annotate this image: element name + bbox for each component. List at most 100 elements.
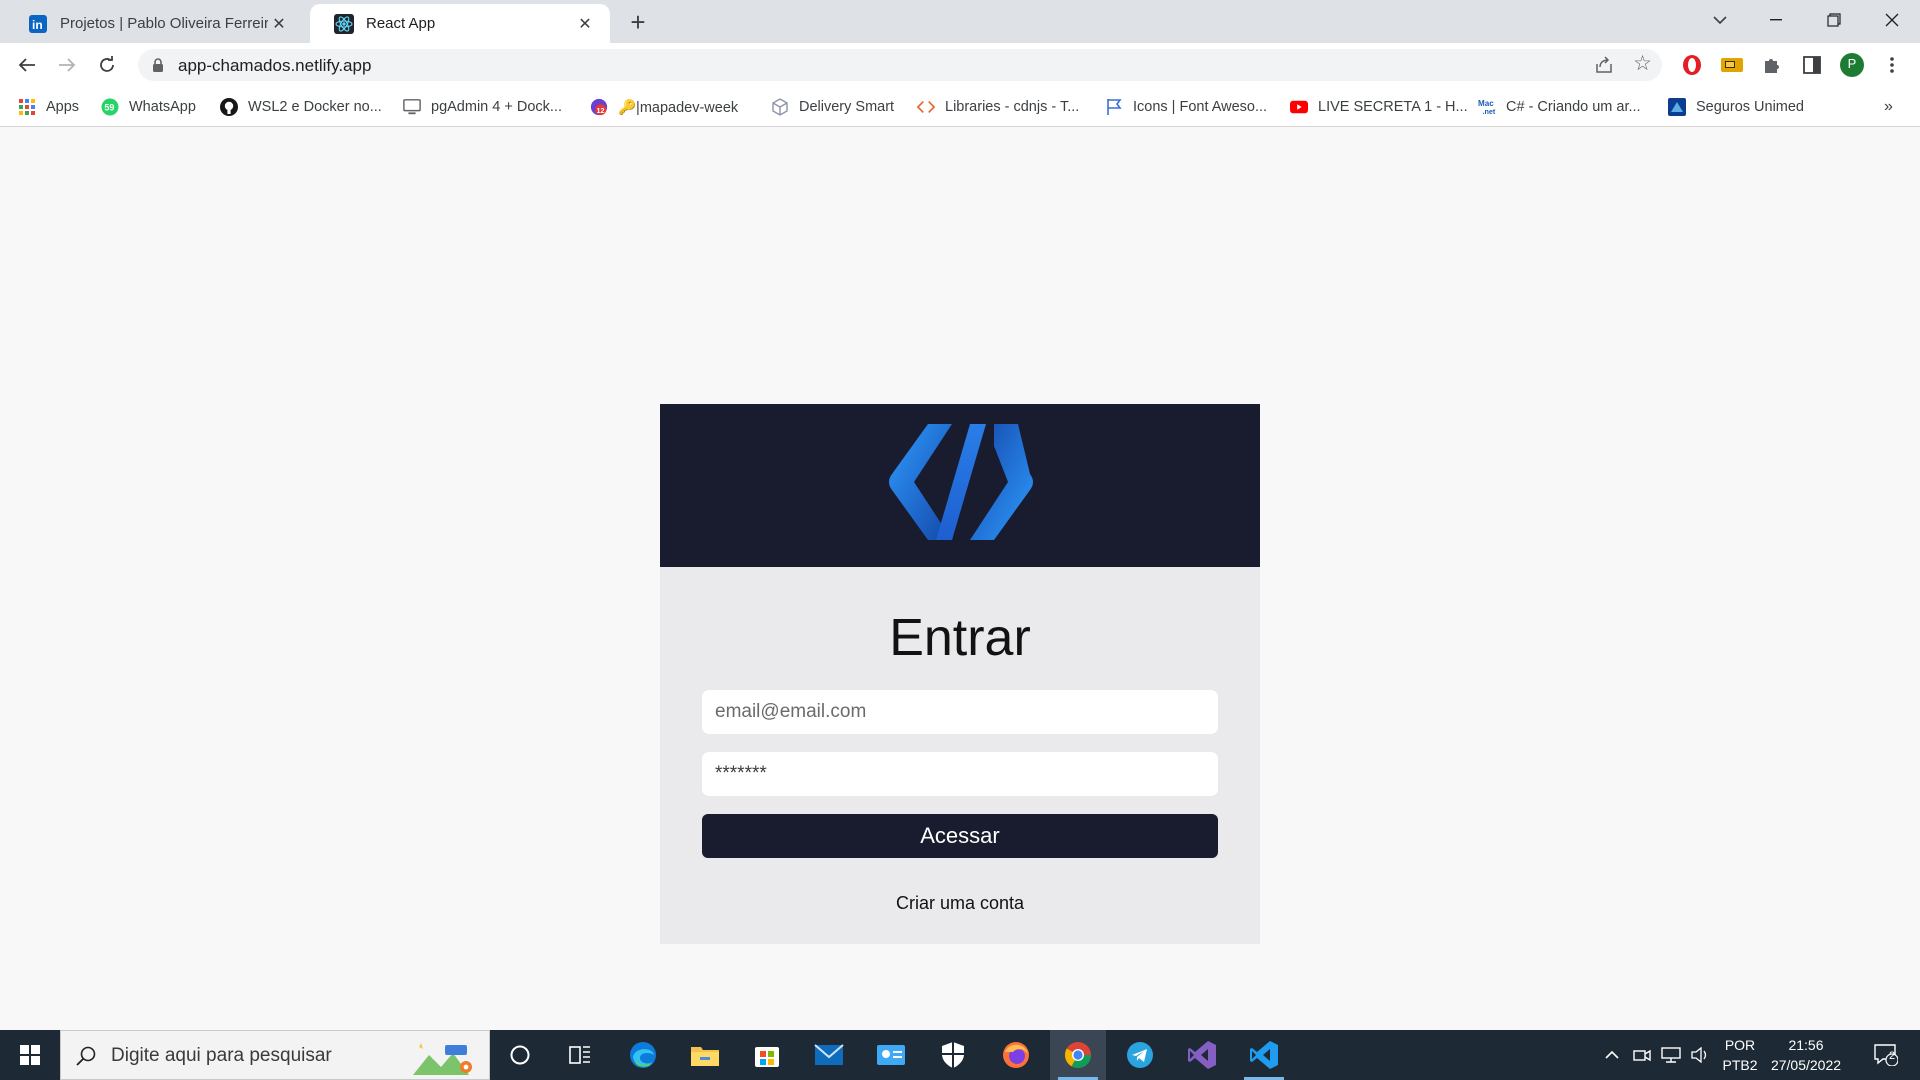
- chrome-menu-icon[interactable]: [1880, 53, 1904, 77]
- security-button[interactable]: [925, 1030, 981, 1080]
- file-explorer-button[interactable]: [677, 1030, 733, 1080]
- github-icon: [220, 98, 238, 116]
- folder-icon: [691, 1047, 719, 1066]
- password-input[interactable]: [702, 752, 1218, 796]
- windows-taskbar: Digite aqui para pesquisar POR PTB2 21:5…: [0, 1030, 1920, 1080]
- taskbar-search[interactable]: Digite aqui para pesquisar: [60, 1030, 490, 1080]
- minimize-icon: [1770, 19, 1782, 21]
- notification-count: 2: [1889, 1050, 1896, 1062]
- bookmark-cdnjs[interactable]: Libraries - cdnjs - T...: [917, 96, 1079, 118]
- bookmark-whatsapp[interactable]: 59 WhatsApp: [101, 96, 196, 118]
- tab-react-app[interactable]: React App ✕: [310, 4, 610, 43]
- create-account-link[interactable]: Criar uma conta: [660, 893, 1260, 914]
- close-window-button[interactable]: [1864, 0, 1920, 40]
- bookmark-label: 🔑|mapadev-week: [618, 99, 739, 116]
- address-bar[interactable]: app-chamados.netlify.app ☆: [138, 49, 1662, 81]
- bookmark-pgadmin[interactable]: pgAdmin 4 + Dock...: [403, 96, 562, 118]
- acessar-button[interactable]: Acessar: [702, 814, 1218, 858]
- search-highlight-icon: [413, 1043, 472, 1075]
- bookmark-csharp[interactable]: Mac .net C# - Criando um ar...: [1478, 96, 1641, 118]
- search-placeholder: Digite aqui para pesquisar: [111, 1045, 332, 1066]
- reload-button[interactable]: [93, 51, 121, 79]
- task-view-button[interactable]: [552, 1030, 608, 1080]
- minimize-button[interactable]: [1748, 0, 1804, 40]
- share-icon[interactable]: [1594, 55, 1614, 75]
- network-button[interactable]: [1658, 1030, 1684, 1080]
- tab-linkedin-projetos[interactable]: in Projetos | Pablo Oliveira Ferreira | …: [4, 4, 304, 43]
- bookmark-label: LIVE SECRETA 1 - H...: [1318, 99, 1468, 115]
- firefox-icon: [1003, 1042, 1029, 1068]
- reload-icon: [100, 56, 114, 72]
- new-tab-button[interactable]: +: [624, 7, 652, 37]
- firefox-button[interactable]: [988, 1030, 1044, 1080]
- youtube-icon: [1290, 98, 1308, 116]
- side-panel-icon[interactable]: [1800, 53, 1824, 77]
- linkedin-icon: in: [28, 14, 48, 34]
- bookmark-star-icon[interactable]: ☆: [1633, 51, 1652, 76]
- input-language[interactable]: POR PTB2: [1718, 1035, 1762, 1075]
- bookmark-wsl2-docker[interactable]: WSL2 e Docker no...: [220, 96, 382, 118]
- back-button[interactable]: [13, 51, 41, 79]
- taskbar-clock[interactable]: 21:56 27/05/2022: [1762, 1035, 1850, 1075]
- volume-button[interactable]: [1688, 1030, 1712, 1080]
- speaker-icon: [1691, 1047, 1707, 1063]
- store-icon: [755, 1047, 779, 1067]
- tab-strip: in Projetos | Pablo Oliveira Ferreira | …: [0, 0, 1920, 43]
- camera-icon: [1633, 1049, 1651, 1062]
- cortana-button[interactable]: [492, 1030, 548, 1080]
- visual-studio-button[interactable]: [1174, 1030, 1230, 1080]
- bookmark-apps[interactable]: Apps: [18, 96, 79, 118]
- tab-title: React App: [366, 15, 436, 32]
- bookmark-seguros-unimed[interactable]: Seguros Unimed: [1668, 96, 1804, 118]
- lock-icon: [153, 58, 163, 72]
- chrome-button[interactable]: [1050, 1030, 1106, 1080]
- flag-icon: [1105, 98, 1123, 116]
- email-input[interactable]: [702, 690, 1218, 734]
- tab-search-button[interactable]: [1692, 0, 1748, 40]
- store-button[interactable]: [739, 1030, 795, 1080]
- macoratti-icon: Mac .net: [1478, 98, 1496, 116]
- opera-extension-icon[interactable]: [1680, 53, 1704, 77]
- vscode-icon: [1250, 1041, 1278, 1069]
- cortana-icon: [510, 1045, 530, 1065]
- show-hidden-icons-button[interactable]: [1600, 1030, 1624, 1080]
- puzzle-extensions-icon[interactable]: [1760, 53, 1784, 77]
- more-bookmarks-button[interactable]: »: [1884, 96, 1893, 118]
- restore-icon: [1827, 13, 1841, 27]
- bookmark-label: Libraries - cdnjs - T...: [945, 99, 1080, 115]
- telegram-button[interactable]: [1112, 1030, 1168, 1080]
- edge-button[interactable]: [615, 1030, 671, 1080]
- clock-date: 27/05/2022: [1770, 1057, 1842, 1073]
- network-icon: [1661, 1047, 1681, 1063]
- language-code: POR: [1724, 1037, 1756, 1053]
- contact-card-icon: [877, 1045, 905, 1065]
- telegram-icon: [1127, 1042, 1153, 1068]
- bookmark-delivery-smart[interactable]: Delivery Smart: [771, 96, 894, 118]
- notification-center-button[interactable]: 2: [1866, 1030, 1906, 1080]
- forward-button[interactable]: [53, 51, 81, 79]
- clock-time: 21:56: [1788, 1037, 1824, 1053]
- react-icon: [334, 13, 354, 34]
- login-header: [660, 404, 1260, 567]
- bookmark-label: pgAdmin 4 + Dock...: [431, 99, 562, 115]
- profile-avatar[interactable]: P: [1840, 53, 1864, 77]
- close-tab-icon[interactable]: ✕: [574, 13, 596, 35]
- keyboard-layout: PTB2: [1722, 1057, 1758, 1073]
- whatsapp-icon: 59: [101, 98, 119, 116]
- mail-button[interactable]: [801, 1030, 857, 1080]
- bookmark-mapadev-week[interactable]: 12 🔑|mapadev-week: [590, 96, 738, 118]
- contacts-app-button[interactable]: [863, 1030, 919, 1080]
- restore-button[interactable]: [1806, 0, 1862, 40]
- start-button[interactable]: [0, 1030, 60, 1080]
- vscode-button[interactable]: [1236, 1030, 1292, 1080]
- bookmark-font-awesome[interactable]: Icons | Font Aweso...: [1105, 96, 1267, 118]
- bookmark-live-secreta[interactable]: LIVE SECRETA 1 - H...: [1290, 96, 1468, 118]
- edge-icon: [630, 1042, 656, 1068]
- meet-now-button[interactable]: [1630, 1030, 1654, 1080]
- bookmark-label: Icons | Font Aweso...: [1133, 99, 1268, 115]
- close-tab-icon[interactable]: ✕: [268, 13, 290, 35]
- apps-grid-icon: [18, 98, 36, 116]
- monitor-icon: [403, 98, 421, 116]
- card-extension-icon[interactable]: [1720, 53, 1744, 77]
- code-brackets-icon: [917, 98, 935, 116]
